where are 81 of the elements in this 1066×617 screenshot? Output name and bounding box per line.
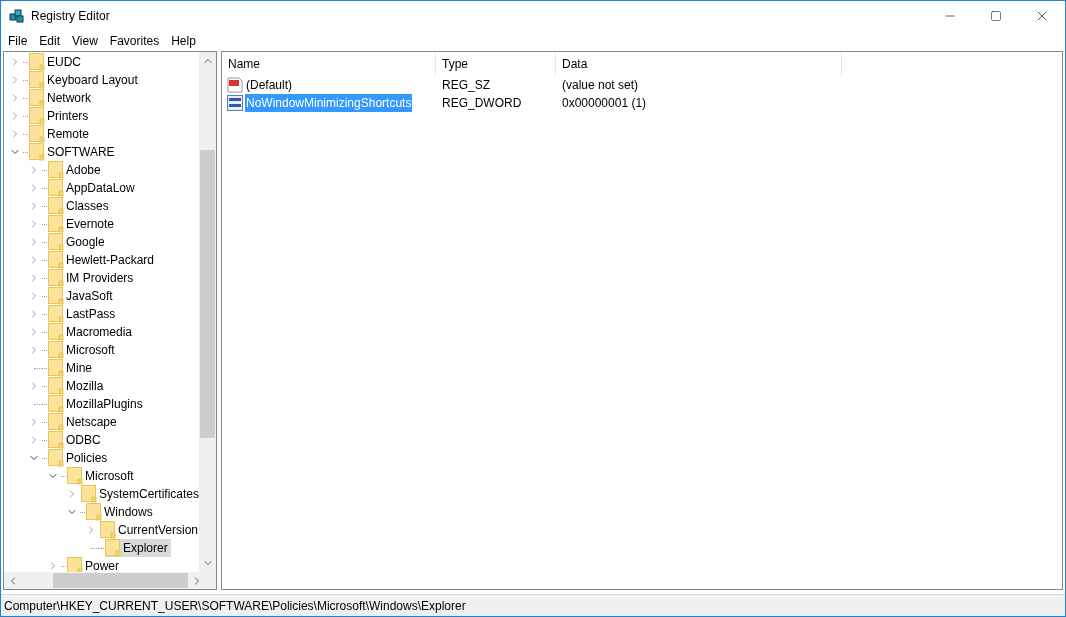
folder-icon — [81, 485, 97, 503]
folder-icon — [48, 413, 64, 431]
folder-icon — [48, 269, 64, 287]
tree-item[interactable]: Remote — [29, 125, 93, 143]
tree-item[interactable]: Mozilla — [48, 377, 107, 395]
folder-icon — [48, 449, 64, 467]
menu-item[interactable]: Help — [165, 32, 202, 50]
column-header[interactable]: Type — [436, 52, 556, 76]
tree-item[interactable]: Printers — [29, 107, 92, 125]
tree-item[interactable]: Hewlett-Packard — [48, 251, 158, 269]
vertical-scrollbar[interactable] — [199, 52, 216, 572]
folder-icon — [48, 323, 64, 341]
folder-icon — [29, 143, 45, 161]
menu-item[interactable]: View — [66, 32, 104, 50]
value-type: REG_SZ — [441, 77, 491, 94]
folder-icon — [29, 89, 45, 107]
value-type: REG_DWORD — [441, 95, 523, 112]
window-title: Registry Editor — [31, 8, 110, 25]
tree-item[interactable]: Microsoft — [67, 467, 137, 485]
folder-icon — [48, 431, 64, 449]
tree-item[interactable]: AppDataLow — [48, 179, 138, 197]
folder-icon — [100, 521, 116, 539]
status-path: Computer\HKEY_CURRENT_USER\SOFTWARE\Policies\Microsoft\Windows\Explorer — [3, 597, 466, 615]
tree-item[interactable]: EUDC — [29, 53, 84, 71]
folder-icon — [67, 467, 83, 485]
tree-item[interactable]: Microsoft — [48, 341, 118, 359]
horizontal-scrollbar[interactable] — [4, 572, 216, 589]
value-name[interactable]: (Default) — [245, 76, 293, 94]
tree-item[interactable]: Classes — [48, 197, 112, 215]
tree-item[interactable]: MozillaPlugins — [48, 395, 146, 413]
scrollbar-thumb[interactable] — [53, 573, 188, 588]
tree-item[interactable]: SOFTWARE — [29, 143, 118, 161]
folder-icon — [48, 305, 64, 323]
folder-icon — [86, 503, 102, 521]
tree-item[interactable]: Policies — [48, 449, 111, 467]
registry-cubes-icon — [9, 8, 25, 24]
folder-icon — [105, 539, 121, 557]
tree-item[interactable]: Evernote — [48, 215, 118, 233]
tree-item[interactable]: Netscape — [48, 413, 120, 431]
folder-icon — [29, 107, 45, 125]
binary-value-icon — [227, 95, 243, 111]
folder-icon — [48, 197, 64, 215]
value-data: (value not set) — [561, 77, 640, 94]
folder-icon — [48, 215, 64, 233]
tree-item[interactable]: JavaSoft — [48, 287, 116, 305]
value-data: 0x00000001 (1) — [561, 95, 648, 112]
folder-icon — [48, 161, 64, 179]
folder-icon — [48, 179, 64, 197]
menu-item[interactable]: Edit — [33, 32, 67, 50]
folder-icon — [48, 287, 64, 305]
tree-item[interactable]: Keyboard Layout — [29, 71, 141, 89]
tree-item[interactable]: Explorer — [105, 539, 171, 557]
tree-item[interactable]: Macromedia — [48, 323, 136, 341]
tree-item[interactable]: Mine — [48, 359, 95, 377]
menu-item[interactable]: File — [2, 32, 34, 50]
folder-icon — [67, 557, 83, 572]
folder-icon — [48, 251, 64, 269]
folder-icon — [48, 341, 64, 359]
tree-item[interactable]: SystemCertificates — [81, 485, 199, 503]
tree-item[interactable]: Adobe — [48, 161, 104, 179]
maximize-icon — [990, 10, 1002, 22]
folder-icon — [48, 233, 64, 251]
folder-icon — [48, 377, 64, 395]
folder-icon — [48, 395, 64, 413]
string-value-icon — [227, 77, 243, 93]
tree-item[interactable]: Windows — [86, 503, 156, 521]
tree-item[interactable]: Network — [29, 89, 94, 107]
menu-item[interactable]: Favorites — [103, 32, 166, 50]
folder-icon — [29, 71, 45, 89]
tree-item[interactable]: CurrentVersion — [100, 521, 199, 539]
scrollbar-thumb[interactable] — [200, 150, 215, 438]
folder-icon — [29, 53, 45, 71]
folder-icon — [48, 359, 64, 377]
tree-item[interactable]: Power — [67, 557, 122, 572]
column-header[interactable]: Data — [556, 52, 842, 76]
tree-item[interactable]: IM Providers — [48, 269, 137, 287]
tree-item[interactable]: ODBC — [48, 431, 104, 449]
tree-item[interactable]: LastPass — [48, 305, 119, 323]
folder-icon — [29, 125, 45, 143]
column-header[interactable]: Name — [222, 52, 436, 76]
tree-item[interactable]: Google — [48, 233, 108, 251]
